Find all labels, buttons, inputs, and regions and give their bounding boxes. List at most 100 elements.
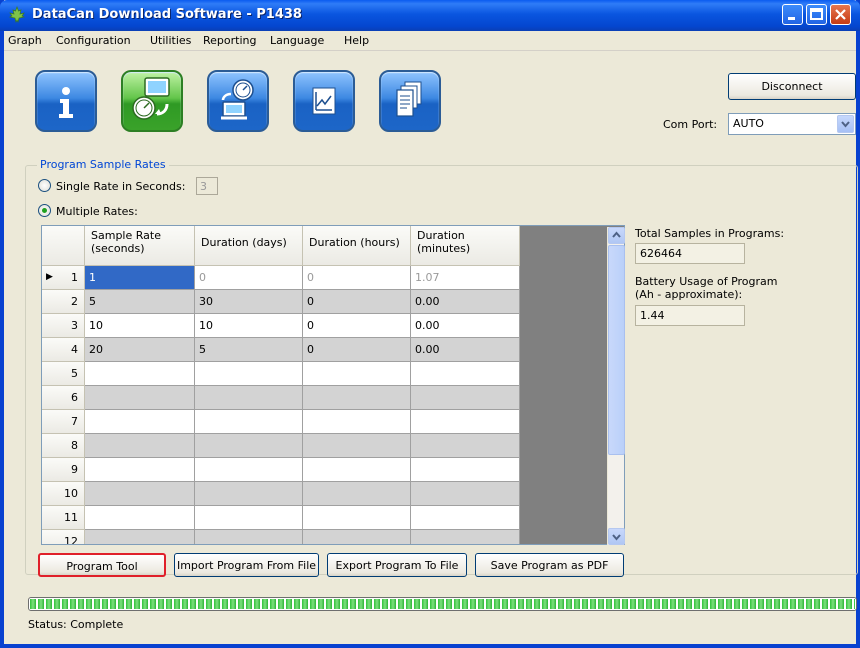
connect-device-button[interactable]	[121, 70, 183, 132]
menu-help[interactable]: Help	[344, 34, 369, 47]
cell-duration-hours[interactable]	[303, 410, 411, 434]
cell-sample-rate[interactable]	[85, 530, 195, 544]
export-program-button[interactable]: Export Program To File	[327, 553, 467, 577]
cell-duration-days[interactable]	[195, 530, 303, 544]
title-bar[interactable]: DataCan Download Software - P1438	[0, 0, 860, 31]
download-data-button[interactable]	[207, 70, 269, 132]
cell-duration-minutes[interactable]: 0.00	[411, 314, 520, 338]
cell-duration-days[interactable]: 5	[195, 338, 303, 362]
single-rate-input[interactable]: 3	[196, 177, 218, 195]
row-header[interactable]: 11	[42, 506, 85, 530]
menu-reporting[interactable]: Reporting	[203, 34, 256, 47]
minimize-button[interactable]	[782, 4, 803, 25]
report-button[interactable]	[379, 70, 441, 132]
cell-duration-minutes[interactable]	[411, 410, 520, 434]
row-number: 7	[71, 415, 78, 428]
save-pdf-button[interactable]: Save Program as PDF	[475, 553, 624, 577]
cell-duration-hours[interactable]	[303, 362, 411, 386]
cell-duration-minutes[interactable]: 1.07	[411, 266, 520, 290]
column-header-duration-minutes[interactable]: Duration (minutes)	[411, 226, 520, 266]
cell-duration-hours[interactable]	[303, 386, 411, 410]
menu-utilities[interactable]: Utilities	[150, 34, 191, 47]
row-header[interactable]: 6	[42, 386, 85, 410]
cell-duration-days[interactable]	[195, 386, 303, 410]
info-button[interactable]	[35, 70, 97, 132]
report-icon	[396, 81, 422, 117]
sample-rate-grid[interactable]: Sample Rate (seconds) Duration (days) Dur…	[41, 225, 625, 545]
cell-duration-days[interactable]	[195, 434, 303, 458]
cell-duration-minutes[interactable]	[411, 530, 520, 544]
cell-duration-hours[interactable]: 0	[303, 338, 411, 362]
import-program-button[interactable]: Import Program From File	[174, 553, 319, 577]
cell-duration-days[interactable]	[195, 458, 303, 482]
cell-duration-days[interactable]: 10	[195, 314, 303, 338]
row-header[interactable]: 4	[42, 338, 85, 362]
download-data-icon	[221, 79, 254, 120]
cell-duration-days[interactable]	[195, 482, 303, 506]
radio-selected-dot	[42, 208, 47, 213]
cell-duration-days[interactable]: 30	[195, 290, 303, 314]
column-header-duration-hours[interactable]: Duration (hours)	[303, 226, 411, 266]
graph-button[interactable]	[293, 70, 355, 132]
cell-duration-hours[interactable]: 0	[303, 266, 411, 290]
cell-duration-hours[interactable]: 0	[303, 314, 411, 338]
single-rate-radio[interactable]	[38, 179, 51, 192]
close-button[interactable]	[830, 4, 851, 25]
cell-sample-rate[interactable]: 5	[85, 290, 195, 314]
menu-configuration[interactable]: Configuration	[56, 34, 131, 47]
cell-duration-minutes[interactable]	[411, 434, 520, 458]
cell-duration-minutes[interactable]	[411, 482, 520, 506]
cell-sample-rate[interactable]	[85, 386, 195, 410]
scroll-down-button[interactable]	[608, 528, 625, 545]
cell-sample-rate[interactable]: 1	[85, 266, 195, 290]
cell-duration-minutes[interactable]	[411, 458, 520, 482]
row-header[interactable]: 3	[42, 314, 85, 338]
program-tool-button[interactable]: Program Tool	[38, 553, 166, 577]
cell-duration-hours[interactable]	[303, 530, 411, 544]
cell-duration-days[interactable]	[195, 362, 303, 386]
row-number: 11	[64, 511, 78, 524]
cell-duration-days[interactable]	[195, 410, 303, 434]
cell-duration-hours[interactable]	[303, 458, 411, 482]
cell-duration-minutes[interactable]: 0.00	[411, 290, 520, 314]
row-header[interactable]: ▶ 1	[42, 266, 85, 290]
column-header-sample-rate[interactable]: Sample Rate (seconds)	[85, 226, 195, 266]
cell-duration-hours[interactable]: 0	[303, 290, 411, 314]
cell-sample-rate[interactable]: 20	[85, 338, 195, 362]
dropdown-arrow[interactable]	[837, 115, 854, 133]
cell-duration-days[interactable]: 0	[195, 266, 303, 290]
cell-sample-rate[interactable]	[85, 434, 195, 458]
maximize-button[interactable]	[806, 4, 827, 25]
com-port-select[interactable]: AUTO	[728, 113, 856, 135]
menu-graph[interactable]: Graph	[8, 34, 42, 47]
cell-sample-rate[interactable]	[85, 410, 195, 434]
cell-duration-minutes[interactable]	[411, 386, 520, 410]
cell-duration-days[interactable]	[195, 506, 303, 530]
cell-duration-minutes[interactable]: 0.00	[411, 338, 520, 362]
row-header[interactable]: 9	[42, 458, 85, 482]
cell-duration-hours[interactable]	[303, 434, 411, 458]
multiple-rates-radio[interactable]	[38, 204, 51, 217]
com-port-label: Com Port:	[663, 118, 718, 131]
row-header[interactable]: 12	[42, 530, 85, 544]
row-header[interactable]: 7	[42, 410, 85, 434]
cell-sample-rate[interactable]	[85, 506, 195, 530]
row-header[interactable]: 8	[42, 434, 85, 458]
cell-duration-hours[interactable]	[303, 482, 411, 506]
row-header[interactable]: 5	[42, 362, 85, 386]
cell-sample-rate[interactable]	[85, 362, 195, 386]
grid-vertical-scrollbar[interactable]	[607, 227, 625, 545]
row-header[interactable]: 10	[42, 482, 85, 506]
scroll-thumb[interactable]	[608, 245, 625, 455]
cell-sample-rate[interactable]	[85, 458, 195, 482]
row-header[interactable]: 2	[42, 290, 85, 314]
cell-duration-minutes[interactable]	[411, 506, 520, 530]
cell-duration-hours[interactable]	[303, 506, 411, 530]
scroll-up-button[interactable]	[608, 227, 625, 244]
cell-sample-rate[interactable]: 10	[85, 314, 195, 338]
disconnect-button[interactable]: Disconnect	[728, 73, 856, 100]
column-header-duration-days[interactable]: Duration (days)	[195, 226, 303, 266]
cell-duration-minutes[interactable]	[411, 362, 520, 386]
menu-language[interactable]: Language	[270, 34, 324, 47]
cell-sample-rate[interactable]	[85, 482, 195, 506]
